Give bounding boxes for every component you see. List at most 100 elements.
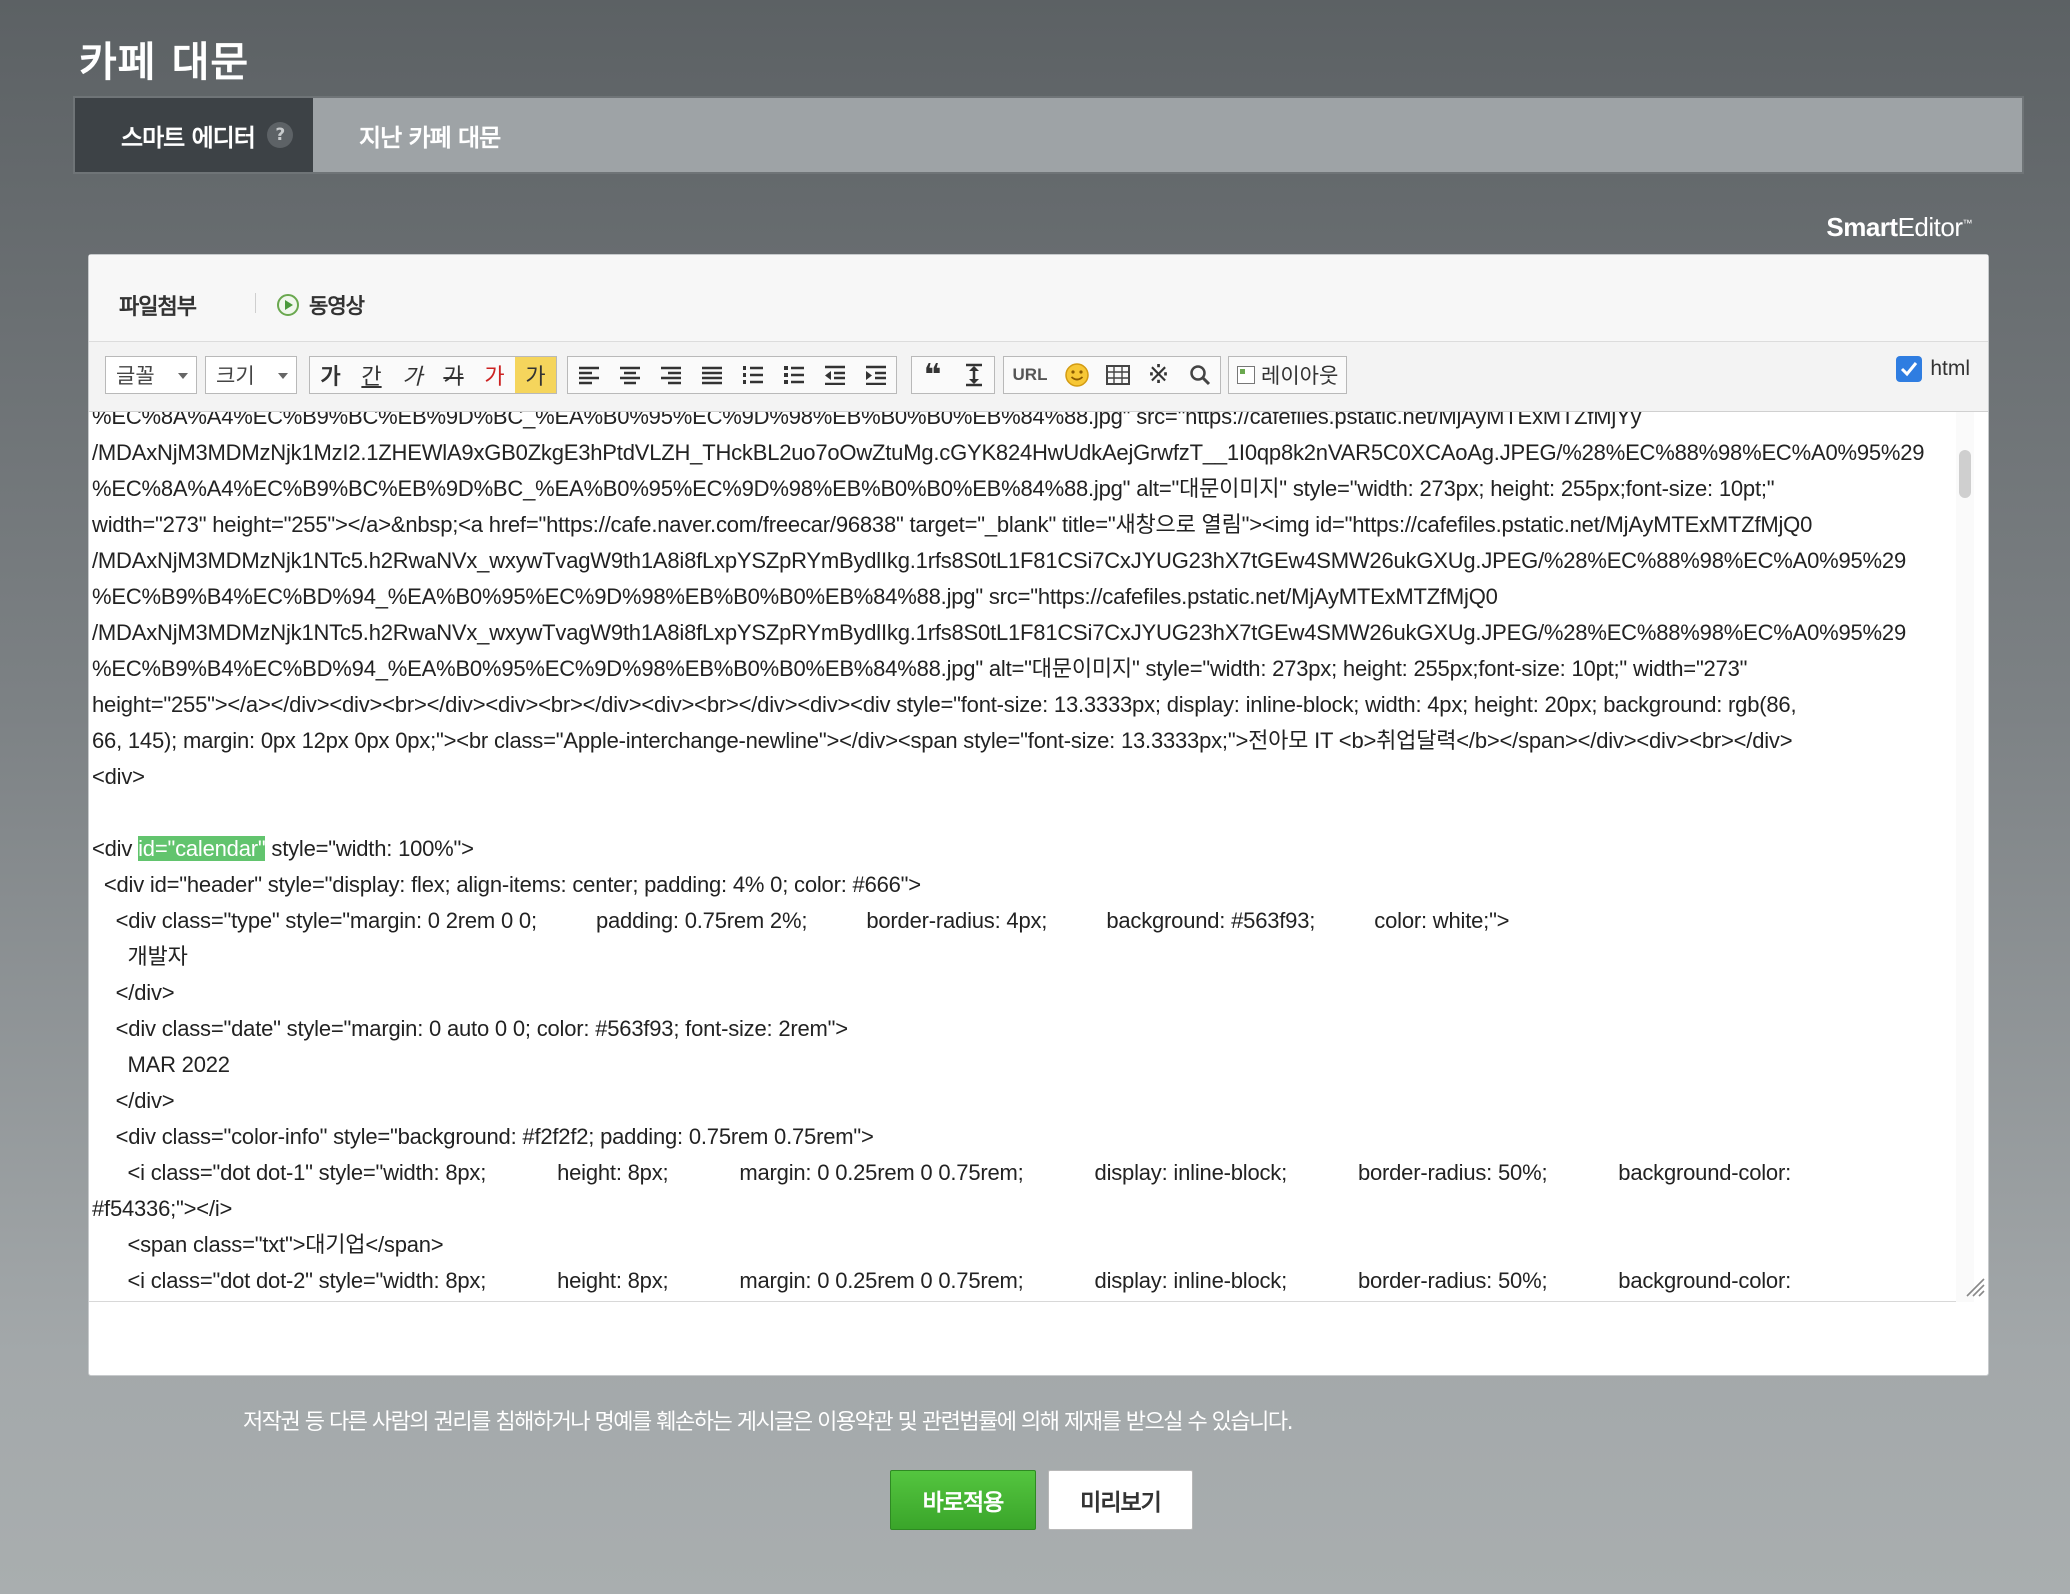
code-line: </div> [92, 1088, 175, 1113]
quote-icon: ❝ [923, 357, 942, 393]
checkmark-icon [1901, 362, 1918, 377]
code-line: %EC%8A%A4%EC%B9%BC%EB%9D%BC_%EA%B0%95%EC… [92, 476, 1775, 501]
resize-handle-icon[interactable] [1963, 1275, 1985, 1297]
code-line: width="273" height="255"></a>&nbsp;<a hr… [92, 512, 1813, 537]
align-right-icon [660, 366, 681, 385]
align-right-button[interactable] [650, 357, 691, 393]
editor-panel: 파일첨부 동영상 글꼴 크기 가 간 가 가 가 가 ❝ URL ※ 레이아웃 … [88, 254, 1989, 1376]
chevron-down-icon [178, 373, 188, 379]
video-label: 동영상 [309, 294, 365, 318]
code-line: /MDAxNjM3MDMzNjk1NTc5.h2RwaNVx_wxywTvagW… [92, 548, 1906, 573]
code-line: <div> [92, 764, 145, 789]
preview-button[interactable]: 미리보기 [1048, 1470, 1193, 1530]
page-title: 카페 대문 [79, 38, 250, 86]
code-text: <div [92, 836, 139, 861]
font-select-label: 글꼴 [116, 364, 155, 388]
file-attach-button[interactable]: 파일첨부 [119, 289, 197, 321]
smiley-icon [1064, 363, 1089, 387]
code-line: <div id="calendar" style="width: 100%"> [92, 831, 1947, 867]
html-source-textarea[interactable]: %EC%8A%A4%EC%B9%BC%EB%9D%BC_%EA%B0%95%EC… [89, 412, 1957, 1302]
bold-button[interactable]: 가 [310, 357, 351, 393]
code-line: <div class="date" style="margin: 0 auto … [92, 1016, 848, 1041]
editor-toolbar: 글꼴 크기 가 간 가 가 가 가 ❝ URL ※ 레이아웃 html [89, 342, 1988, 412]
code-line: </div> [92, 980, 175, 1005]
tab-past-cafe-banner-label: 지난 카페 대문 [359, 123, 501, 152]
line-height-icon [965, 363, 982, 387]
apply-button[interactable]: 바로적용 [890, 1470, 1036, 1530]
smarteditor-logo: SmartEditor™ [1826, 212, 1972, 242]
help-icon[interactable]: ? [266, 122, 293, 148]
code-line: height="255"></a></div><div><br></div><d… [92, 692, 1797, 717]
size-select[interactable]: 크기 [205, 356, 297, 394]
code-line: <div class="color-info" style="backgroun… [92, 1124, 874, 1149]
code-line: 개발자 [92, 944, 188, 969]
code-line: <span class="txt">대기업</span> [92, 1232, 444, 1257]
indent-icon [865, 365, 886, 385]
italic-button[interactable]: 가 [392, 357, 433, 393]
layout-label: 레이아웃 [1261, 364, 1339, 388]
quote-button[interactable]: ❝ [912, 357, 953, 393]
line-height-button[interactable] [953, 357, 994, 393]
emoticon-button[interactable] [1056, 357, 1097, 393]
code-line: /MDAxNjM3MDMzNjk1MzI2.1ZHEWlA9xGB0ZkgE3h… [92, 440, 1925, 465]
html-toggle[interactable]: html [1896, 356, 1970, 382]
align-left-icon [578, 366, 599, 385]
play-icon [277, 294, 299, 316]
asterisk-icon: ※ [1147, 360, 1170, 390]
table-icon [1105, 365, 1130, 385]
quote-group: ❝ [911, 356, 995, 394]
underline-button[interactable]: 간 [351, 357, 392, 393]
font-color-button[interactable]: 가 [474, 357, 515, 393]
copyright-notice: 저작권 등 다른 사람의 권리를 침해하거나 명예를 훼손하는 게시글은 이용약… [243, 1410, 1294, 1435]
code-line: /MDAxNjM3MDMzNjk1NTc5.h2RwaNVx_wxywTvagW… [92, 620, 1906, 645]
code-text: style="width: 100%"> [265, 836, 474, 861]
justify-icon [701, 366, 722, 385]
code-line: %EC%B9%B4%EC%BD%94_%EA%B0%95%EC%9D%98%EB… [92, 584, 1498, 609]
align-center-button[interactable] [609, 357, 650, 393]
layout-icon [1237, 366, 1255, 384]
layout-button[interactable]: 레이아웃 [1228, 356, 1348, 394]
outdent-icon [824, 365, 845, 385]
background-color-button[interactable]: 가 [515, 357, 556, 393]
html-label: html [1930, 357, 1970, 380]
strikethrough-button[interactable]: 가 [433, 357, 474, 393]
scrollbar-thumb[interactable] [1959, 450, 1971, 498]
code-line: <div id="header" style="display: flex; a… [92, 872, 921, 897]
divider [255, 293, 256, 313]
align-left-button[interactable] [568, 357, 609, 393]
search-button[interactable] [1179, 357, 1220, 393]
special-char-button[interactable]: ※ [1138, 357, 1179, 393]
code-line: <i class="dot dot-1" style="width: 8px; … [92, 1160, 1792, 1185]
font-select[interactable]: 글꼴 [105, 356, 197, 394]
selected-text: id="calendar" [138, 836, 266, 861]
align-center-icon [619, 366, 640, 385]
attach-bar: 파일첨부 동영상 [89, 255, 1988, 342]
numbered-list-icon [742, 366, 763, 384]
video-button[interactable]: 동영상 [277, 290, 365, 320]
search-icon [1189, 365, 1210, 386]
html-checkbox[interactable] [1896, 356, 1923, 382]
url-button[interactable]: URL [1004, 357, 1056, 393]
chevron-down-icon [278, 373, 288, 379]
vertical-scrollbar[interactable] [1956, 412, 1974, 1302]
numbered-list-button[interactable] [732, 357, 773, 393]
code-line: MAR 2022 [92, 1052, 230, 1077]
table-button[interactable] [1097, 357, 1138, 393]
code-line: 66, 145); margin: 0px 12px 0px 0px;"><br… [92, 728, 1793, 753]
code-line: %EC%8A%A4%EC%B9%BC%EB%9D%BC_%EA%B0%95%EC… [92, 412, 1642, 429]
size-select-label: 크기 [216, 364, 255, 388]
bullet-list-icon [783, 366, 804, 384]
tab-smart-editor[interactable]: 스마트 에디터 ? [75, 98, 313, 172]
code-line: %EC%B9%B4%EC%BD%94_%EA%B0%95%EC%9D%98%EB… [92, 656, 1748, 681]
insert-group: URL ※ [1003, 356, 1221, 394]
code-line: <i class="dot dot-2" style="width: 8px; … [92, 1268, 1792, 1293]
tab-past-cafe-banner[interactable]: 지난 카페 대문 [313, 98, 501, 172]
justify-button[interactable] [691, 357, 732, 393]
outdent-button[interactable] [814, 357, 855, 393]
indent-button[interactable] [855, 357, 896, 393]
html-source-content: %EC%8A%A4%EC%B9%BC%EB%9D%BC_%EA%B0%95%EC… [92, 412, 1947, 1299]
tab-bar: 스마트 에디터 ? 지난 카페 대문 [73, 96, 2024, 174]
paragraph-group [567, 356, 897, 394]
bullet-list-button[interactable] [773, 357, 814, 393]
